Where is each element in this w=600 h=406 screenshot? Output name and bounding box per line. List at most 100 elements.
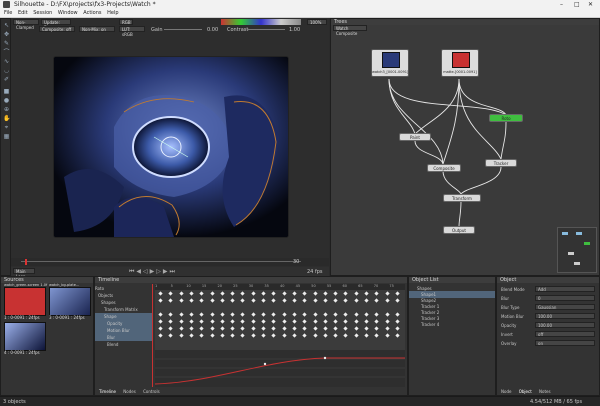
keyframe-marker[interactable] <box>312 333 318 338</box>
keyframe-marker[interactable] <box>354 298 359 303</box>
foreground-select[interactable]: Non-Mix: on <box>79 26 115 32</box>
keyframe-marker[interactable] <box>199 298 204 303</box>
keyframe-marker[interactable] <box>251 319 256 324</box>
keyframe-marker[interactable] <box>292 319 297 324</box>
object-field-value[interactable]: 100.00 <box>535 313 595 319</box>
keyframe-marker[interactable] <box>261 291 266 296</box>
timeline-row-label[interactable]: Motion Blur <box>95 327 153 334</box>
keyframe-marker[interactable] <box>302 319 307 324</box>
transform-tool-icon[interactable]: ✥ <box>3 32 10 38</box>
keyframe-marker[interactable] <box>158 326 163 331</box>
keyframe-marker[interactable] <box>158 291 163 296</box>
keyframe-marker[interactable] <box>343 319 349 324</box>
keyframe-marker[interactable] <box>261 319 266 324</box>
keyframe-marker[interactable] <box>374 298 379 303</box>
keyframe-marker[interactable] <box>354 319 359 324</box>
menu-actions[interactable]: Actions <box>83 10 101 16</box>
keyframe-marker[interactable] <box>302 326 307 331</box>
track-tool-icon[interactable]: ⌖ <box>3 125 10 131</box>
tab-nodes[interactable]: Nodes <box>123 389 136 394</box>
keyframe-marker[interactable] <box>178 333 184 338</box>
object-field-value[interactable]: Gaussian <box>535 304 595 310</box>
keyframe-marker[interactable] <box>374 291 379 296</box>
keyframe-marker[interactable] <box>178 326 184 331</box>
keyframe-marker[interactable] <box>240 312 246 317</box>
tab-notes[interactable]: Notes <box>539 389 551 394</box>
keyframe-marker[interactable] <box>209 319 215 324</box>
keyframe-area[interactable] <box>155 290 405 350</box>
channel-select[interactable]: RGB <box>119 19 133 25</box>
keyframe-marker[interactable] <box>292 326 297 331</box>
roto-node[interactable]: Roto <box>489 114 523 122</box>
keyframe-marker[interactable] <box>364 326 369 331</box>
composite-node[interactable]: Composite <box>427 164 461 172</box>
keyframe-marker[interactable] <box>323 298 328 303</box>
keyframe-marker[interactable] <box>168 319 173 324</box>
keyframe-marker[interactable] <box>168 333 173 338</box>
keyframe-marker[interactable] <box>209 333 215 338</box>
tab-node[interactable]: Node <box>501 389 511 394</box>
timeline-row-label[interactable]: Blend <box>95 341 153 348</box>
source-thumb-3[interactable] <box>4 322 46 351</box>
keyframe-marker[interactable] <box>323 312 328 317</box>
frame-ruler[interactable]: 30 <box>11 258 329 266</box>
object-field-value[interactable]: 100.00 <box>535 322 595 328</box>
keyframe-marker[interactable] <box>178 298 184 303</box>
keyframe-marker[interactable] <box>312 291 318 296</box>
keyframe-marker[interactable] <box>199 319 204 324</box>
keyframe-marker[interactable] <box>281 298 287 303</box>
keyframe-marker[interactable] <box>230 319 235 324</box>
source-node-1[interactable]: watch3_[0001-0091]... <box>371 49 409 77</box>
gain-value[interactable]: 0.00 <box>207 27 218 33</box>
keyframe-marker[interactable] <box>292 298 297 303</box>
keyframe-marker[interactable] <box>333 326 338 331</box>
keyframe-marker[interactable] <box>251 326 256 331</box>
keyframe-marker[interactable] <box>374 312 379 317</box>
gain-slider[interactable] <box>164 29 202 30</box>
keyframe-marker[interactable] <box>240 326 246 331</box>
keyframe-marker[interactable] <box>302 312 307 317</box>
keyframe-marker[interactable] <box>230 298 235 303</box>
keyframe-marker[interactable] <box>240 291 246 296</box>
source-node-2[interactable]: matte-[0001-0091] <box>441 49 479 77</box>
keyframe-marker[interactable] <box>251 312 256 317</box>
keyframe-marker[interactable] <box>354 326 359 331</box>
keyframe-marker[interactable] <box>209 298 215 303</box>
keyframe-marker[interactable] <box>261 333 266 338</box>
keyframe-marker[interactable] <box>281 319 287 324</box>
contrast-value[interactable]: 1.00 <box>289 27 300 33</box>
object-list-item[interactable]: Tracker 4 <box>409 321 495 328</box>
keyframe-marker[interactable] <box>178 312 184 317</box>
keyframe-marker[interactable] <box>384 319 390 324</box>
keyframe-marker[interactable] <box>168 291 173 296</box>
zoom-select[interactable]: 100% <box>307 19 327 25</box>
keyframe-marker[interactable] <box>220 312 225 317</box>
menu-file[interactable]: File <box>4 10 12 16</box>
transform-node[interactable]: Transform <box>443 194 481 202</box>
tab-controls[interactable]: Controls <box>143 389 160 394</box>
keyframe-marker[interactable] <box>354 312 359 317</box>
keyframe-marker[interactable] <box>189 291 194 296</box>
keyframe-marker[interactable] <box>209 312 215 317</box>
menu-window[interactable]: Window <box>58 10 78 16</box>
object-field-value[interactable]: off <box>535 331 595 337</box>
keyframe-marker[interactable] <box>312 312 318 317</box>
keyframe-marker[interactable] <box>230 326 235 331</box>
transport-controls-icon[interactable]: ⏮◀◁▶▷▶⏭ <box>129 268 177 276</box>
view-select[interactable]: Non-Clamped <box>13 19 39 30</box>
keyframe-marker[interactable] <box>168 312 173 317</box>
keyframe-marker[interactable] <box>395 291 400 296</box>
minimize-button[interactable]: – <box>560 1 563 8</box>
keyframe-marker[interactable] <box>230 312 235 317</box>
composite-select[interactable]: Composite: off <box>39 26 75 32</box>
keyframe-marker[interactable] <box>333 319 338 324</box>
timeline-row-label[interactable]: Blur <box>95 334 153 341</box>
keyframe-marker[interactable] <box>343 298 349 303</box>
keyframe-marker[interactable] <box>364 312 369 317</box>
select-tool-icon[interactable]: ↖ <box>3 23 10 29</box>
keyframe-marker[interactable] <box>333 291 338 296</box>
keyframe-marker[interactable] <box>189 326 194 331</box>
keyframe-marker[interactable] <box>364 319 369 324</box>
bezier-tool-icon[interactable]: ⌒ <box>3 50 10 56</box>
source-thumb-1[interactable] <box>4 287 46 316</box>
